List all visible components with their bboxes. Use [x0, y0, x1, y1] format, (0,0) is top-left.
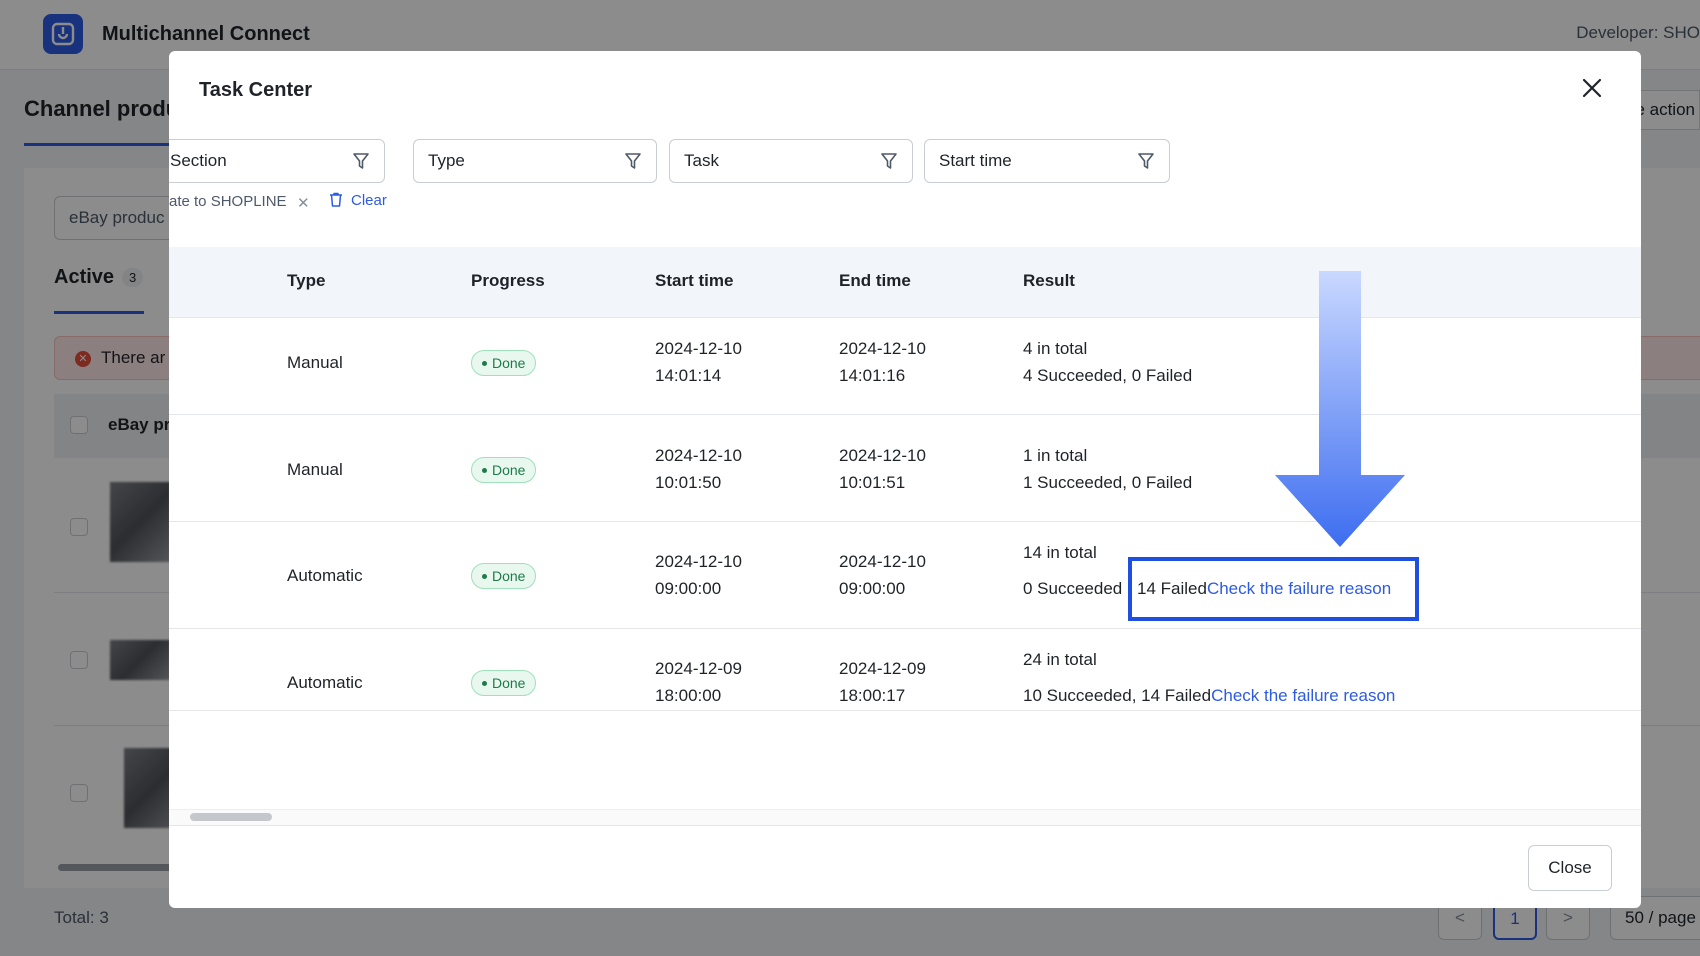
filter-start-time-label: Start time [939, 151, 1012, 170]
filter-icon[interactable] [1137, 152, 1155, 170]
close-icon[interactable] [1577, 73, 1607, 103]
filter-section[interactable]: Section [169, 139, 385, 183]
task-center-modal: Task Center Section Type Task Start time… [169, 51, 1641, 908]
column-progress: Progress [471, 271, 545, 290]
highlight-box [1128, 557, 1419, 621]
clear-label: Clear [351, 192, 387, 209]
row-result-summary: 10 Succeeded, 14 FailedCheck the failure… [1023, 686, 1396, 705]
row-divider [169, 521, 1641, 522]
modal-title: Task Center [199, 79, 313, 101]
scrollbar-thumb[interactable] [190, 813, 272, 821]
row-end-date: 2024-12-10 [839, 339, 926, 358]
status-badge: Done [471, 670, 537, 696]
row-divider [169, 317, 1641, 318]
row-type: Manual [287, 460, 343, 479]
row-end-time: 14:01:16 [839, 366, 906, 385]
clear-filters-button[interactable]: Clear [329, 192, 387, 209]
row-divider [169, 710, 1641, 711]
filter-icon[interactable] [352, 152, 370, 170]
row-end-date: 2024-12-09 [839, 659, 926, 678]
row-start-time: 18:00:00 [655, 686, 722, 705]
row-end-time: 18:00:17 [839, 686, 906, 705]
row-type: Automatic [287, 566, 363, 585]
filter-section-label: Section [170, 151, 227, 170]
row-start-date: 2024-12-10 [655, 552, 742, 571]
footer-divider [169, 825, 1641, 826]
row-type: Automatic [287, 673, 363, 692]
filter-type[interactable]: Type [413, 139, 657, 183]
row-divider [169, 414, 1641, 415]
horizontal-scrollbar[interactable] [169, 809, 1641, 825]
row-start-date: 2024-12-10 [655, 446, 742, 465]
filter-type-label: Type [428, 151, 465, 170]
row-start-date: 2024-12-10 [655, 339, 742, 358]
row-start-time: 10:01:50 [655, 473, 722, 492]
column-end-time: End time [839, 271, 911, 290]
filter-icon[interactable] [880, 152, 898, 170]
active-filter-chip: ate to SHOPLINE [169, 193, 287, 210]
row-result-summary: 0 Succeeded [1023, 579, 1123, 598]
row-result-total: 1 in total [1023, 446, 1088, 465]
filter-start-time[interactable]: Start time [924, 139, 1170, 183]
row-divider [169, 628, 1641, 629]
column-type: Type [287, 271, 326, 290]
row-end-time: 09:00:00 [839, 579, 906, 598]
row-start-time: 09:00:00 [655, 579, 722, 598]
filter-task[interactable]: Task [669, 139, 913, 183]
filter-icon[interactable] [624, 152, 642, 170]
filter-task-label: Task [684, 151, 719, 170]
row-result-total: 14 in total [1023, 543, 1097, 562]
pointer-arrow-icon [1275, 271, 1405, 547]
chip-close-icon[interactable]: ✕ [297, 194, 310, 212]
column-start-time: Start time [655, 271, 734, 290]
row-result-total: 24 in total [1023, 650, 1097, 669]
row-result-total: 4 in total [1023, 339, 1088, 358]
row-end-date: 2024-12-10 [839, 552, 926, 571]
row-result-summary: 4 Succeeded, 0 Failed [1023, 366, 1193, 385]
trash-icon [330, 192, 342, 207]
status-badge: Done [471, 563, 537, 589]
row-result-summary: 1 Succeeded, 0 Failed [1023, 473, 1193, 492]
row-end-date: 2024-12-10 [839, 446, 926, 465]
status-badge: Done [471, 457, 537, 483]
row-start-date: 2024-12-09 [655, 659, 742, 678]
status-badge: Done [471, 350, 537, 376]
row-type: Manual [287, 353, 343, 372]
close-button[interactable]: Close [1528, 845, 1612, 891]
column-result: Result [1023, 271, 1075, 290]
row-start-time: 14:01:14 [655, 366, 722, 385]
failure-reason-link[interactable]: Check the failure reason [1211, 686, 1395, 705]
row-end-time: 10:01:51 [839, 473, 906, 492]
